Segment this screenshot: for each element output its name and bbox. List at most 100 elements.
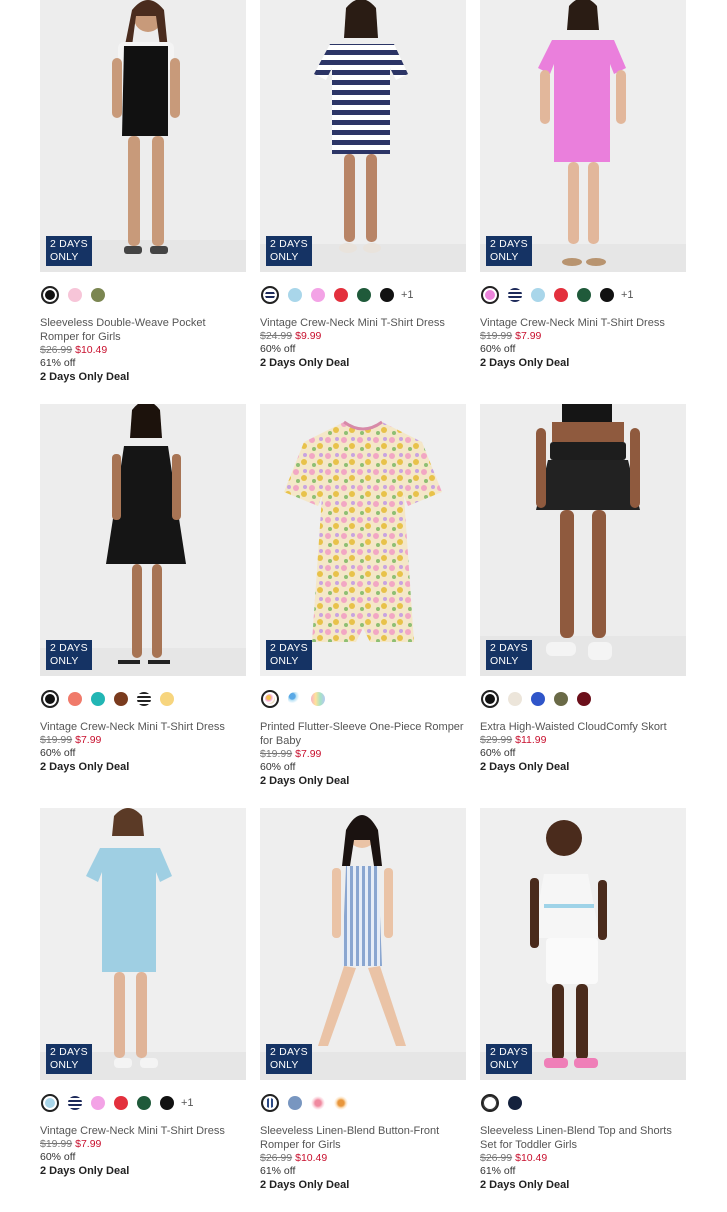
more-colors-count[interactable]: +1	[621, 289, 634, 301]
sale-price: $7.99	[295, 748, 322, 760]
original-price: $19.99	[260, 748, 293, 760]
color-swatch[interactable]	[137, 1096, 151, 1110]
product-name[interactable]: Printed Flutter-Sleeve One-Piece Romper …	[260, 720, 466, 748]
product-image[interactable]: 2 DAYS ONLY	[40, 404, 246, 676]
color-swatch-selected[interactable]	[41, 690, 59, 708]
deal-badge: 2 DAYS ONLY	[46, 1044, 92, 1074]
color-swatch[interactable]	[311, 1096, 325, 1110]
product-card[interactable]: 2 DAYS ONLY +1 Vintage Crew-Neck Mini T-Shi…	[480, 0, 686, 404]
sale-price: $10.49	[75, 344, 108, 356]
product-name[interactable]: Vintage Crew-Neck Mini T-Shirt Dress	[480, 316, 686, 330]
color-swatches	[40, 688, 246, 710]
color-swatch[interactable]	[577, 692, 591, 706]
deal-badge-line2: ONLY	[490, 1059, 519, 1071]
original-price: $29.99	[480, 734, 513, 746]
color-swatch[interactable]	[288, 288, 302, 302]
color-swatch[interactable]	[91, 1096, 105, 1110]
product-card[interactable]: 2 DAYS ONLY Sleeveless Double-Weave Pocket…	[40, 0, 246, 404]
product-image[interactable]: 2 DAYS ONLY	[480, 0, 686, 272]
color-swatches: +1	[40, 1092, 246, 1114]
color-swatch-selected[interactable]	[481, 690, 499, 708]
product-image[interactable]: 2 DAYS ONLY	[260, 0, 466, 272]
model-photo	[480, 404, 686, 676]
color-swatch-selected[interactable]	[41, 286, 59, 304]
product-name[interactable]: Sleeveless Linen-Blend Top and Shorts Se…	[480, 1124, 686, 1152]
model-photo	[40, 0, 246, 272]
product-card[interactable]: 2 DAYS ONLY +1 Vintage Crew-Neck Mini T-Shi…	[40, 808, 246, 1212]
color-swatch[interactable]	[334, 1096, 348, 1110]
color-swatch[interactable]	[68, 288, 82, 302]
color-swatch[interactable]	[137, 692, 151, 706]
product-image[interactable]: 2 DAYS ONLY	[260, 808, 466, 1080]
product-grid: 2 DAYS ONLY Sleeveless Double-Weave Pocket…	[40, 0, 687, 1212]
product-image[interactable]: 2 DAYS ONLY	[480, 808, 686, 1080]
product-image[interactable]: 2 DAYS ONLY	[40, 0, 246, 272]
color-swatch[interactable]	[600, 288, 614, 302]
product-name[interactable]: Vintage Crew-Neck Mini T-Shirt Dress	[40, 1124, 246, 1138]
more-colors-count[interactable]: +1	[181, 1097, 194, 1109]
discount-percent: 60% off	[40, 747, 76, 759]
product-name[interactable]: Vintage Crew-Neck Mini T-Shirt Dress	[260, 316, 466, 330]
color-swatch[interactable]	[68, 1096, 82, 1110]
color-swatch[interactable]	[554, 692, 568, 706]
color-swatch[interactable]	[91, 692, 105, 706]
color-swatch[interactable]	[288, 692, 302, 706]
color-swatch[interactable]	[311, 692, 325, 706]
product-card[interactable]: 2 DAYS ONLY Sleeveless Linen-Blend Button-…	[260, 808, 466, 1212]
color-swatch[interactable]	[508, 288, 522, 302]
product-name[interactable]: Vintage Crew-Neck Mini T-Shirt Dress	[40, 720, 246, 734]
color-swatch-selected[interactable]	[261, 286, 279, 304]
product-card[interactable]: 2 DAYS ONLY Vintage Crew-Neck Mini T-Shirt…	[40, 404, 246, 808]
color-swatch-selected[interactable]	[261, 690, 279, 708]
deal-badge-line2: ONLY	[490, 655, 519, 667]
product-card[interactable]: 2 DAYS ONLY Printed Flutter-Sleeve One-Pie…	[260, 404, 466, 808]
product-name[interactable]: Sleeveless Linen-Blend Button-Front Romp…	[260, 1124, 466, 1152]
color-swatch[interactable]	[508, 1096, 522, 1110]
deal-badge-line1: 2 DAYS	[50, 642, 88, 654]
color-swatches	[480, 688, 686, 710]
color-swatch[interactable]	[68, 692, 82, 706]
color-swatch[interactable]	[531, 692, 545, 706]
deal-label: 2 Days Only Deal	[40, 371, 130, 383]
color-swatch[interactable]	[531, 288, 545, 302]
color-swatch[interactable]	[160, 692, 174, 706]
product-card[interactable]: 2 DAYS ONLY Sleeveless Linen-Blend Top and…	[480, 808, 686, 1212]
deal-badge-line1: 2 DAYS	[270, 238, 308, 250]
product-image[interactable]: 2 DAYS ONLY	[260, 404, 466, 676]
product-image[interactable]: 2 DAYS ONLY	[480, 404, 686, 676]
color-swatch[interactable]	[114, 1096, 128, 1110]
deal-badge-line2: ONLY	[490, 251, 519, 263]
deal-badge: 2 DAYS ONLY	[46, 236, 92, 266]
deal-badge-line1: 2 DAYS	[270, 642, 308, 654]
price-row: $19.99 $7.99	[40, 1138, 246, 1151]
color-swatch-selected[interactable]	[41, 1094, 59, 1112]
deal-badge-line2: ONLY	[270, 251, 299, 263]
color-swatch[interactable]	[334, 288, 348, 302]
color-swatch-selected[interactable]	[261, 1094, 279, 1112]
product-card[interactable]: 2 DAYS ONLY +1 Vintage Crew-Neck Mini T-Shi…	[260, 0, 466, 404]
color-swatch[interactable]	[114, 692, 128, 706]
deal-badge: 2 DAYS ONLY	[486, 1044, 532, 1074]
color-swatch[interactable]	[288, 1096, 302, 1110]
color-swatch[interactable]	[91, 288, 105, 302]
more-colors-count[interactable]: +1	[401, 289, 414, 301]
color-swatch[interactable]	[508, 692, 522, 706]
color-swatch[interactable]	[554, 288, 568, 302]
product-card[interactable]: 2 DAYS ONLY Extra High-Waisted CloudComfy …	[480, 404, 686, 808]
color-swatch[interactable]	[380, 288, 394, 302]
product-name[interactable]: Sleeveless Double-Weave Pocket Romper fo…	[40, 316, 246, 344]
color-swatch[interactable]	[311, 288, 325, 302]
color-swatch[interactable]	[160, 1096, 174, 1110]
product-name[interactable]: Extra High-Waisted CloudComfy Skort	[480, 720, 686, 734]
sale-price: $11.99	[515, 734, 547, 746]
color-swatches	[260, 1092, 466, 1114]
deal-badge-line1: 2 DAYS	[270, 1046, 308, 1058]
color-swatch[interactable]	[357, 288, 371, 302]
price-row: $26.99 $10.49	[260, 1152, 466, 1165]
discount-percent: 60% off	[480, 343, 516, 355]
color-swatch-selected[interactable]	[481, 1094, 499, 1112]
color-swatch[interactable]	[577, 288, 591, 302]
deal-badge: 2 DAYS ONLY	[486, 236, 532, 266]
product-image[interactable]: 2 DAYS ONLY	[40, 808, 246, 1080]
color-swatch-selected[interactable]	[481, 286, 499, 304]
